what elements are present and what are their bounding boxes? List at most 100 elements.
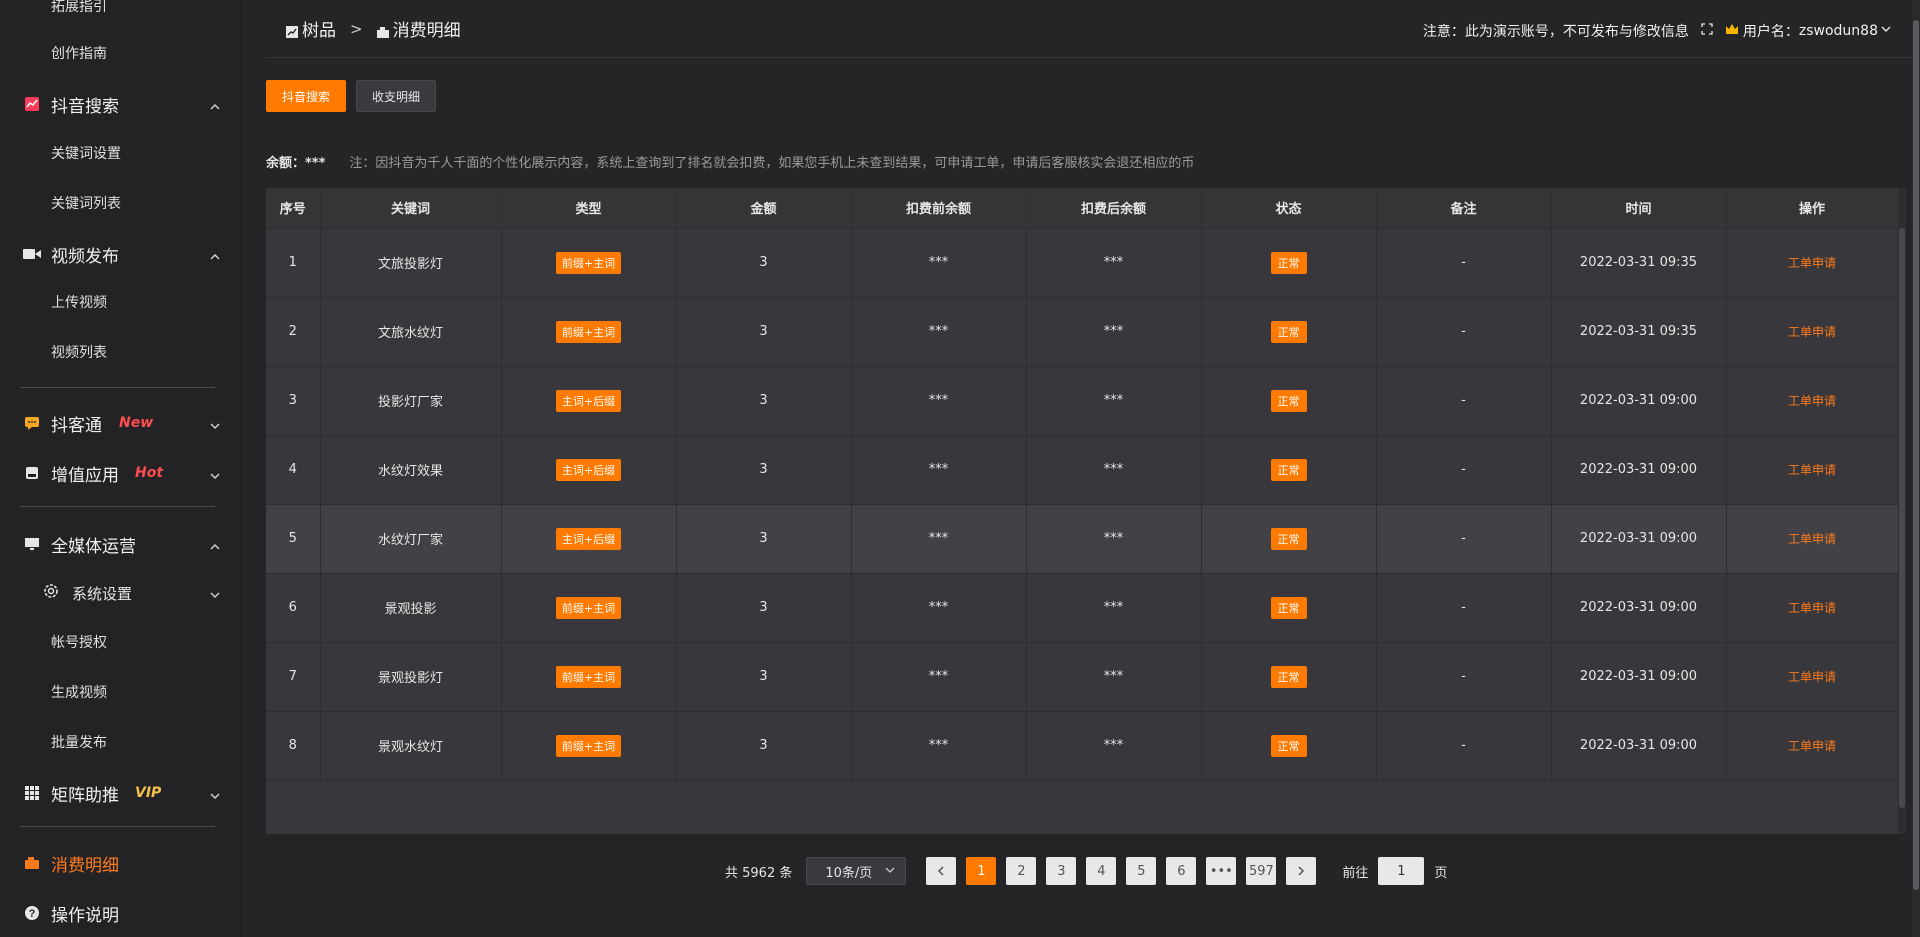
keyword: 水纹灯厂家 [377, 533, 443, 548]
cell-balance-after: *** [1026, 228, 1202, 298]
cell-keyword: 景观投影 [320, 573, 502, 643]
cell-type: 主词+后缀 [501, 366, 677, 436]
gear-icon [43, 583, 59, 603]
total-count: 共 5962 条 [725, 865, 793, 881]
page-button[interactable]: 1 [966, 857, 997, 885]
remark: - [1461, 462, 1466, 477]
scrollbar-thumb[interactable] [1913, 20, 1919, 890]
prev-page-button[interactable] [926, 857, 957, 885]
chevron-up-icon [209, 538, 221, 550]
chevron-down-icon[interactable] [1880, 23, 1892, 39]
sidebar-group-label: 抖客通 [51, 415, 102, 436]
goto-page: 前往 1 页 [1342, 857, 1447, 885]
header-right: 注意：此为演示账号，不可发布与修改信息 用户名： zswodun88 [1423, 21, 1892, 41]
tab-douyin-search[interactable]: 抖音搜索 [266, 80, 346, 112]
remark: - [1461, 600, 1466, 615]
sidebar-item-keyword-settings[interactable]: 关键词设置 [0, 133, 244, 173]
cell-remark: - [1376, 228, 1552, 298]
ticket-apply-link[interactable]: 工单申请 [1788, 325, 1836, 339]
fullscreen-icon[interactable] [1701, 23, 1713, 39]
ticket-apply-link[interactable]: 工单申请 [1788, 463, 1836, 477]
sidebar-item-label: 关键词设置 [51, 146, 121, 162]
sidebar-group-doukeltong[interactable]: 抖客通 New [0, 403, 244, 443]
breadcrumb-root[interactable]: 树品 [302, 16, 336, 41]
sidebar-item-generate-video[interactable]: 生成视频 [0, 672, 244, 712]
cell-amount: 3 [676, 711, 852, 781]
sidebar-item-consumption[interactable]: 消费明细 [0, 843, 244, 883]
goto-label: 前往 [1342, 865, 1369, 881]
sidebar-group-all-media[interactable]: 全媒体运营 [0, 524, 244, 564]
cell-remark: - [1376, 435, 1552, 505]
sidebar-item-account-auth[interactable]: 帐号授权 [0, 622, 244, 662]
cell-status: 正常 [1201, 435, 1377, 505]
page-button[interactable]: 2 [1006, 857, 1037, 885]
time: 2022-03-31 09:00 [1579, 393, 1698, 408]
ticket-apply-link[interactable]: 工单申请 [1788, 601, 1836, 615]
sidebar-item-batch-publish[interactable]: 批量发布 [0, 722, 244, 762]
sidebar-group-value-apps[interactable]: 增值应用 Hot [0, 453, 244, 493]
cell-no: 1 [266, 228, 321, 298]
goto-page-input[interactable]: 1 [1378, 857, 1425, 885]
table-scrollbar[interactable] [1898, 188, 1906, 834]
page-size-select[interactable]: 10条/页 [806, 857, 907, 885]
tab-income-detail[interactable]: 收支明细 [356, 80, 436, 112]
more-pages-button[interactable]: ••• [1206, 857, 1237, 885]
sidebar-item-keyword-list[interactable]: 关键词列表 [0, 183, 244, 223]
breadcrumb-separator: > [350, 19, 363, 38]
cell-no: 2 [266, 297, 321, 367]
balance-after: *** [1103, 531, 1124, 546]
cell-remark: - [1376, 642, 1552, 712]
page-scrollbar[interactable] [1912, 0, 1920, 937]
cell-remark: - [1376, 297, 1552, 367]
scrollbar-thumb[interactable] [1899, 228, 1905, 808]
status-badge: 正常 [1270, 527, 1307, 550]
sidebar-group-label: 矩阵助推 [51, 785, 119, 806]
sidebar-item-label: 视频列表 [51, 345, 107, 361]
balance-after: *** [1103, 462, 1124, 477]
ticket-apply-link[interactable]: 工单申请 [1788, 739, 1836, 753]
no: 5 [288, 531, 297, 546]
sidebar-group-system-settings[interactable]: 系统设置 [0, 573, 244, 613]
cell-balance-after: *** [1026, 711, 1202, 781]
balance-after: *** [1103, 738, 1124, 753]
page-button[interactable]: 3 [1046, 857, 1077, 885]
username[interactable]: zswodun88 [1799, 23, 1878, 39]
sidebar-group-douyin-search[interactable]: 抖音搜索 [0, 84, 244, 124]
cell-balance-after: *** [1026, 642, 1202, 712]
ticket-apply-link[interactable]: 工单申请 [1788, 256, 1836, 270]
svg-text:?: ? [29, 908, 36, 920]
next-page-button[interactable] [1286, 857, 1317, 885]
ticket-apply-link[interactable]: 工单申请 [1788, 532, 1836, 546]
balance-before: *** [928, 462, 949, 477]
amount: 3 [759, 531, 768, 546]
sidebar-item-guide[interactable]: 拓展指引 [0, 0, 244, 26]
chevron-right-icon [1298, 866, 1305, 876]
time: 2022-03-31 09:35 [1579, 324, 1698, 339]
page-button[interactable]: 5 [1126, 857, 1157, 885]
sidebar-item-creation-guide[interactable]: 创作指南 [0, 33, 244, 73]
cell-type: 前缀+主词 [501, 711, 677, 781]
sidebar-divider [20, 826, 215, 827]
sidebar-group-label: 抖音搜索 [51, 96, 119, 117]
sidebar-item-video-list[interactable]: 视频列表 [0, 332, 244, 372]
page-button[interactable]: 597 [1246, 857, 1277, 885]
sidebar-item-instructions[interactable]: ? 操作说明 [0, 893, 244, 933]
ticket-apply-link[interactable]: 工单申请 [1788, 670, 1836, 684]
balance-before: *** [928, 600, 949, 615]
type-tag: 主词+后缀 [555, 389, 622, 412]
no: 4 [288, 462, 297, 477]
cell-keyword: 景观水纹灯 [320, 711, 502, 781]
status-badge: 正常 [1270, 458, 1307, 481]
page-button[interactable]: 6 [1166, 857, 1197, 885]
sidebar-group-video-publish[interactable]: 视频发布 [0, 234, 244, 274]
page-size-value: 10条/页 [825, 865, 873, 881]
sidebar-item-upload-video[interactable]: 上传视频 [0, 282, 244, 322]
chart-icon [23, 95, 41, 113]
ticket-apply-link[interactable]: 工单申请 [1788, 394, 1836, 408]
status-badge: 正常 [1270, 734, 1307, 757]
remark: - [1461, 255, 1466, 270]
monitor-icon [23, 535, 41, 553]
page-button[interactable]: 4 [1086, 857, 1117, 885]
sidebar-group-matrix-boost[interactable]: 矩阵助推 VIP [0, 773, 244, 813]
cell-no: 8 [266, 711, 321, 781]
